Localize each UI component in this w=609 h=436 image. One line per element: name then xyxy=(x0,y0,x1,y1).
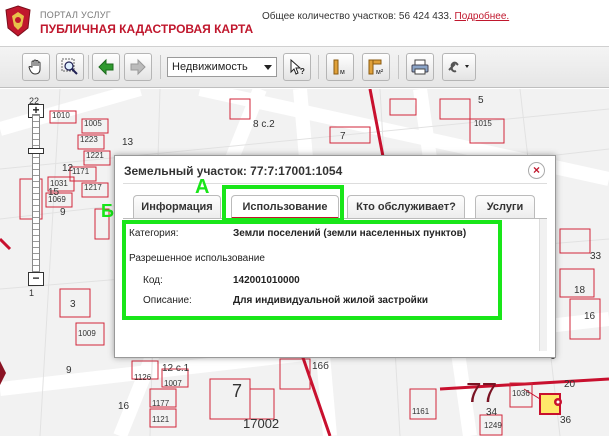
map-label: 1005 xyxy=(84,119,102,128)
map-label: 15 xyxy=(48,187,60,198)
map-label: 33 xyxy=(590,251,602,262)
measure-area-icon: м² xyxy=(368,59,384,76)
map-label: 9 xyxy=(66,365,72,376)
annotation-a: А xyxy=(195,176,210,198)
zoom-slider-handle[interactable] xyxy=(28,148,44,154)
map-label: 1217 xyxy=(84,183,102,192)
map-label: 1009 xyxy=(78,329,96,338)
annotation-b: Б xyxy=(101,201,114,221)
map-label: 16 xyxy=(584,311,596,322)
map-label: 36 xyxy=(560,415,572,426)
zoom-rect-icon xyxy=(61,58,78,75)
map-label: 13 xyxy=(122,137,134,148)
measure-area-button[interactable]: м² xyxy=(362,53,390,81)
svg-text:м²: м² xyxy=(376,69,384,76)
svg-text:м: м xyxy=(340,69,345,76)
map-label: 77 xyxy=(466,377,498,408)
more-link[interactable]: Подробнее. xyxy=(455,11,510,22)
header: ПОРТАЛ УСЛУГ ПУБЛИЧНАЯ КАДАСТРОВАЯ КАРТА… xyxy=(0,0,609,45)
svg-text:?: ? xyxy=(300,67,305,76)
map-label: 17002 xyxy=(243,416,280,431)
forward-arrow-icon xyxy=(130,58,146,76)
pan-button[interactable] xyxy=(22,53,50,81)
print-icon xyxy=(411,59,429,75)
close-icon: × xyxy=(532,163,540,177)
map-label: 18 xyxy=(574,285,586,296)
map-label: 7 xyxy=(232,381,243,401)
tab-services[interactable]: Услуги xyxy=(475,195,535,219)
map-label: 1177 xyxy=(152,399,170,408)
measure-length-icon: м xyxy=(333,59,345,76)
identify-button[interactable]: ? xyxy=(283,53,311,81)
hand-icon xyxy=(28,59,41,75)
parcel-count-text: Общее количество участков: 56 424 433. xyxy=(262,11,452,22)
map-label: 5 xyxy=(478,95,484,106)
map-label: 12 с.1 xyxy=(162,363,190,374)
map-label: 1223 xyxy=(80,135,98,144)
map-label: 1161 xyxy=(412,407,430,416)
chevron-down-icon xyxy=(264,65,272,70)
map-label: 1126 xyxy=(134,373,152,382)
link-icon xyxy=(448,61,469,73)
back-button[interactable] xyxy=(92,53,120,81)
measure-length-button[interactable]: м xyxy=(326,53,354,81)
map-label: 1221 xyxy=(86,151,104,160)
toolbar: Недвижимость ? м м² xyxy=(0,46,609,88)
emblem-icon xyxy=(5,5,31,37)
map-label: 1036 xyxy=(512,389,530,398)
map-label: 8 с.2 xyxy=(253,119,275,130)
tab-who-serves[interactable]: Кто обслуживает? xyxy=(347,195,465,219)
popup-title: Земельный участок: 77:7:17001:1054 xyxy=(124,164,343,178)
highlight-usage-content xyxy=(122,220,502,320)
print-button[interactable] xyxy=(406,53,434,81)
map-label: 16б xyxy=(312,361,329,372)
map-label: 1007 xyxy=(164,379,182,388)
map-label: 1015 xyxy=(474,119,492,128)
parcel-count: Общее количество участков: 56 424 433. П… xyxy=(262,11,509,22)
map-label: 20 xyxy=(564,379,576,390)
identify-icon: ? xyxy=(290,58,305,76)
map-label: 1171 xyxy=(72,167,90,176)
zoom-out-button[interactable]: − xyxy=(28,272,44,286)
map-label: 12 xyxy=(62,163,74,174)
forward-button[interactable] xyxy=(124,53,152,81)
map-label: 1010 xyxy=(52,111,70,120)
zoom-slider-track[interactable] xyxy=(32,114,40,274)
close-button[interactable]: × xyxy=(528,162,545,179)
link-button[interactable] xyxy=(442,53,476,81)
zoom-control: 22 + − 1 xyxy=(26,96,46,298)
map-label: 16 xyxy=(118,401,130,412)
portal-title: ПУБЛИЧНАЯ КАДАСТРОВАЯ КАРТА xyxy=(40,22,254,36)
back-arrow-icon xyxy=(98,58,114,76)
map-label: 34 xyxy=(486,407,498,418)
highlight-usage-tab xyxy=(222,185,344,222)
zoom-rect-button[interactable] xyxy=(56,53,84,81)
layer-select[interactable]: Недвижимость xyxy=(167,57,277,77)
popup-scrollbar[interactable] xyxy=(539,219,547,351)
map-label: 7 xyxy=(340,131,346,142)
map-label: 9 xyxy=(60,207,66,218)
layer-select-value: Недвижимость xyxy=(172,61,248,73)
map-label: 1249 xyxy=(484,421,502,430)
portal-subtitle: ПОРТАЛ УСЛУГ xyxy=(40,10,111,20)
map-label: 3 xyxy=(70,299,76,310)
map-label: 1121 xyxy=(152,415,170,424)
zoom-min-label: 1 xyxy=(29,288,35,298)
